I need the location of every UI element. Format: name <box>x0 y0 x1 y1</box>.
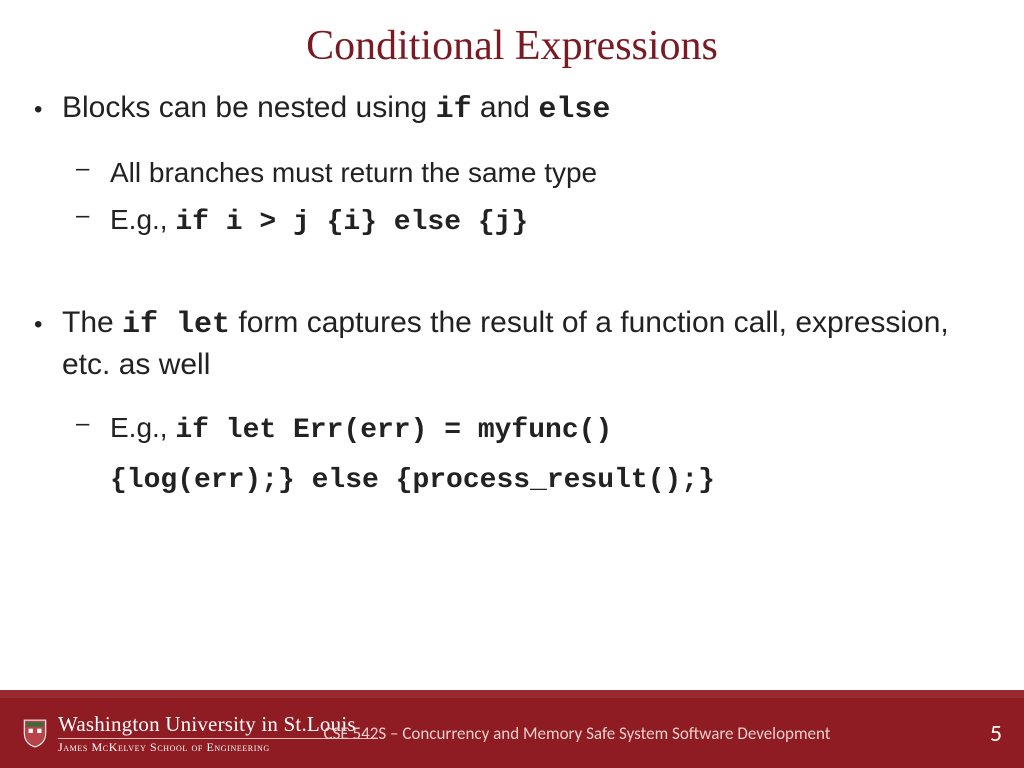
list-item: – All branches must return the same type <box>76 149 990 197</box>
spacer <box>34 259 990 303</box>
code: if i > j {i} else {j} <box>175 207 528 238</box>
bullet-text: The if let form captures the result of a… <box>62 303 990 386</box>
bullet-dash-icon: – <box>76 149 110 190</box>
list-item: – E.g., if i > j {i} else {j} <box>76 196 990 247</box>
list-item: – E.g., if let Err(err) = myfunc() {log(… <box>76 404 990 505</box>
text: The <box>62 306 122 339</box>
bullet-level1: • The if let form captures the result of… <box>34 303 990 505</box>
text: E.g., <box>110 412 175 443</box>
code: if let <box>122 308 230 342</box>
code: if <box>436 93 472 127</box>
bullet-dot-icon: • <box>34 88 62 126</box>
bullet-text: Blocks can be nested using if and else <box>62 88 990 131</box>
code: {log(err);} else {process_result();} <box>110 465 715 496</box>
footer: Washington University in St.Louis James … <box>0 698 1024 768</box>
bullet-level2: – E.g., if let Err(err) = myfunc() {log(… <box>76 404 990 505</box>
bullet-level1: • Blocks can be nested using if and else… <box>34 88 990 247</box>
bullet-dash-icon: – <box>76 404 110 445</box>
text: Blocks can be nested using <box>62 91 436 124</box>
code: if let Err(err) = myfunc() <box>175 415 612 446</box>
text: and <box>472 91 539 124</box>
slide: Conditional Expressions • Blocks can be … <box>0 0 1024 768</box>
page-number: 5 <box>990 719 1002 748</box>
bullet-text: E.g., if let Err(err) = myfunc() {log(er… <box>110 404 990 505</box>
slide-title: Conditional Expressions <box>0 0 1024 70</box>
footer-accent <box>0 690 1024 698</box>
bullet-text: E.g., if i > j {i} else {j} <box>110 196 990 247</box>
slide-content: • Blocks can be nested using if and else… <box>0 70 1024 505</box>
list-item: • The if let form captures the result of… <box>34 303 990 386</box>
text: E.g., <box>110 204 175 235</box>
bullet-dash-icon: – <box>76 196 110 237</box>
code: else <box>538 93 610 127</box>
list-item: • Blocks can be nested using if and else <box>34 88 990 131</box>
bullet-text: All branches must return the same type <box>110 149 990 197</box>
bullet-level2: – All branches must return the same type… <box>76 149 990 247</box>
bullet-dot-icon: • <box>34 303 62 341</box>
course-label: CSE 542S – Concurrency and Memory Safe S… <box>0 723 1024 744</box>
